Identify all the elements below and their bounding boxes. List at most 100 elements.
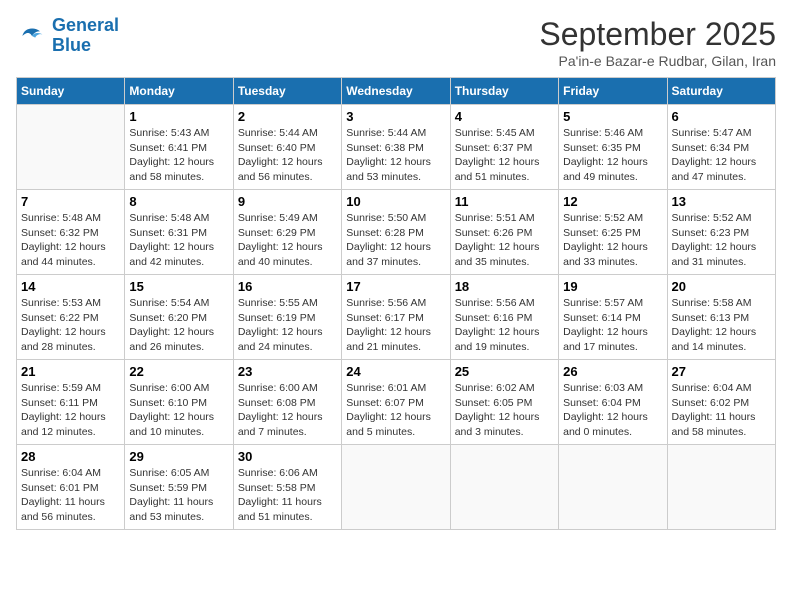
day-info: Sunrise: 5:55 AM Sunset: 6:19 PM Dayligh… [238,296,337,355]
logo: GeneralBlue [16,16,119,56]
calendar-cell: 14 Sunrise: 5:53 AM Sunset: 6:22 PM Dayli… [17,275,125,360]
calendar-header-row: SundayMondayTuesdayWednesdayThursdayFrid… [17,78,776,105]
calendar-cell: 17Sunrise: 5:56 AM Sunset: 6:17 PM Dayli… [342,275,450,360]
weekday-header: Friday [559,78,667,105]
day-number: 5 [563,109,662,124]
day-number: 16 [238,279,337,294]
day-number: 2 [238,109,337,124]
day-number: 18 [455,279,554,294]
calendar-cell: 13Sunrise: 5:52 AM Sunset: 6:23 PM Dayli… [667,190,775,275]
day-info: Sunrise: 5:45 AM Sunset: 6:37 PM Dayligh… [455,126,554,185]
calendar-cell [559,445,667,530]
day-number: 17 [346,279,445,294]
calendar-cell: 2 Sunrise: 5:44 AM Sunset: 6:40 PM Daylig… [233,105,341,190]
day-info: Sunrise: 5:52 AM Sunset: 6:25 PM Dayligh… [563,211,662,270]
day-number: 8 [129,194,228,209]
calendar-cell: 4 Sunrise: 5:45 AM Sunset: 6:37 PM Daylig… [450,105,558,190]
calendar-cell: 15Sunrise: 5:54 AM Sunset: 6:20 PM Dayli… [125,275,233,360]
day-number: 6 [672,109,771,124]
day-info: Sunrise: 6:04 AM Sunset: 6:02 PM Dayligh… [672,381,771,440]
calendar-cell: 21 Sunrise: 5:59 AM Sunset: 6:11 PM Dayli… [17,360,125,445]
calendar-cell: 23 Sunrise: 6:00 AM Sunset: 6:08 PM Dayli… [233,360,341,445]
title-block: September 2025 Pa'in-e Bazar-e Rudbar, G… [539,16,776,69]
calendar-cell [450,445,558,530]
calendar-cell [342,445,450,530]
logo-icon [16,20,48,52]
day-number: 24 [346,364,445,379]
day-number: 11 [455,194,554,209]
day-info: Sunrise: 5:48 AM Sunset: 6:32 PM Dayligh… [21,211,120,270]
day-info: Sunrise: 5:50 AM Sunset: 6:28 PM Dayligh… [346,211,445,270]
day-number: 14 [21,279,120,294]
weekday-header: Sunday [17,78,125,105]
calendar-week-row: 14 Sunrise: 5:53 AM Sunset: 6:22 PM Dayli… [17,275,776,360]
calendar-cell: 16 Sunrise: 5:55 AM Sunset: 6:19 PM Dayli… [233,275,341,360]
day-number: 7 [21,194,120,209]
day-info: Sunrise: 5:47 AM Sunset: 6:34 PM Dayligh… [672,126,771,185]
calendar-cell: 5 Sunrise: 5:46 AM Sunset: 6:35 PM Daylig… [559,105,667,190]
day-info: Sunrise: 5:46 AM Sunset: 6:35 PM Dayligh… [563,126,662,185]
calendar-cell: 7 Sunrise: 5:48 AM Sunset: 6:32 PM Daylig… [17,190,125,275]
page-subtitle: Pa'in-e Bazar-e Rudbar, Gilan, Iran [539,53,776,69]
day-info: Sunrise: 6:02 AM Sunset: 6:05 PM Dayligh… [455,381,554,440]
calendar-week-row: 28 Sunrise: 6:04 AM Sunset: 6:01 PM Dayli… [17,445,776,530]
calendar-cell: 25 Sunrise: 6:02 AM Sunset: 6:05 PM Dayli… [450,360,558,445]
day-info: Sunrise: 6:00 AM Sunset: 6:08 PM Dayligh… [238,381,337,440]
page-header: GeneralBlue September 2025 Pa'in-e Bazar… [16,16,776,69]
day-number: 1 [129,109,228,124]
day-number: 22 [129,364,228,379]
calendar-cell: 8Sunrise: 5:48 AM Sunset: 6:31 PM Daylig… [125,190,233,275]
day-info: Sunrise: 5:52 AM Sunset: 6:23 PM Dayligh… [672,211,771,270]
weekday-header: Thursday [450,78,558,105]
calendar-week-row: 7 Sunrise: 5:48 AM Sunset: 6:32 PM Daylig… [17,190,776,275]
day-info: Sunrise: 6:04 AM Sunset: 6:01 PM Dayligh… [21,466,120,525]
day-info: Sunrise: 5:44 AM Sunset: 6:40 PM Dayligh… [238,126,337,185]
day-info: Sunrise: 5:43 AM Sunset: 6:41 PM Dayligh… [129,126,228,185]
calendar-cell: 22Sunrise: 6:00 AM Sunset: 6:10 PM Dayli… [125,360,233,445]
calendar-week-row: 1 Sunrise: 5:43 AM Sunset: 6:41 PM Daylig… [17,105,776,190]
day-info: Sunrise: 6:01 AM Sunset: 6:07 PM Dayligh… [346,381,445,440]
day-number: 26 [563,364,662,379]
calendar-cell: 3 Sunrise: 5:44 AM Sunset: 6:38 PM Daylig… [342,105,450,190]
day-number: 3 [346,109,445,124]
day-number: 12 [563,194,662,209]
day-number: 20 [672,279,771,294]
day-number: 30 [238,449,337,464]
day-info: Sunrise: 5:49 AM Sunset: 6:29 PM Dayligh… [238,211,337,270]
weekday-header: Monday [125,78,233,105]
calendar-cell: 11 Sunrise: 5:51 AM Sunset: 6:26 PM Dayli… [450,190,558,275]
calendar-cell: 9 Sunrise: 5:49 AM Sunset: 6:29 PM Daylig… [233,190,341,275]
calendar-cell: 27 Sunrise: 6:04 AM Sunset: 6:02 PM Dayli… [667,360,775,445]
calendar-table: SundayMondayTuesdayWednesdayThursdayFrid… [16,77,776,530]
day-info: Sunrise: 5:59 AM Sunset: 6:11 PM Dayligh… [21,381,120,440]
day-number: 27 [672,364,771,379]
calendar-cell: 28 Sunrise: 6:04 AM Sunset: 6:01 PM Dayli… [17,445,125,530]
day-info: Sunrise: 5:53 AM Sunset: 6:22 PM Dayligh… [21,296,120,355]
day-number: 4 [455,109,554,124]
day-number: 28 [21,449,120,464]
calendar-cell: 24 Sunrise: 6:01 AM Sunset: 6:07 PM Dayli… [342,360,450,445]
calendar-week-row: 21 Sunrise: 5:59 AM Sunset: 6:11 PM Dayli… [17,360,776,445]
calendar-cell [17,105,125,190]
calendar-cell: 26 Sunrise: 6:03 AM Sunset: 6:04 PM Dayli… [559,360,667,445]
day-info: Sunrise: 6:03 AM Sunset: 6:04 PM Dayligh… [563,381,662,440]
calendar-cell: 10 Sunrise: 5:50 AM Sunset: 6:28 PM Dayli… [342,190,450,275]
day-info: Sunrise: 5:57 AM Sunset: 6:14 PM Dayligh… [563,296,662,355]
day-info: Sunrise: 6:05 AM Sunset: 5:59 PM Dayligh… [129,466,228,525]
day-number: 25 [455,364,554,379]
day-number: 10 [346,194,445,209]
day-info: Sunrise: 5:51 AM Sunset: 6:26 PM Dayligh… [455,211,554,270]
day-number: 21 [21,364,120,379]
calendar-cell: 19 Sunrise: 5:57 AM Sunset: 6:14 PM Dayli… [559,275,667,360]
calendar-cell: 30 Sunrise: 6:06 AM Sunset: 5:58 PM Dayli… [233,445,341,530]
day-info: Sunrise: 5:44 AM Sunset: 6:38 PM Dayligh… [346,126,445,185]
day-number: 19 [563,279,662,294]
day-number: 23 [238,364,337,379]
calendar-cell [667,445,775,530]
page-title: September 2025 [539,16,776,53]
weekday-header: Saturday [667,78,775,105]
day-number: 9 [238,194,337,209]
calendar-cell: 6 Sunrise: 5:47 AM Sunset: 6:34 PM Daylig… [667,105,775,190]
day-info: Sunrise: 6:06 AM Sunset: 5:58 PM Dayligh… [238,466,337,525]
weekday-header: Wednesday [342,78,450,105]
